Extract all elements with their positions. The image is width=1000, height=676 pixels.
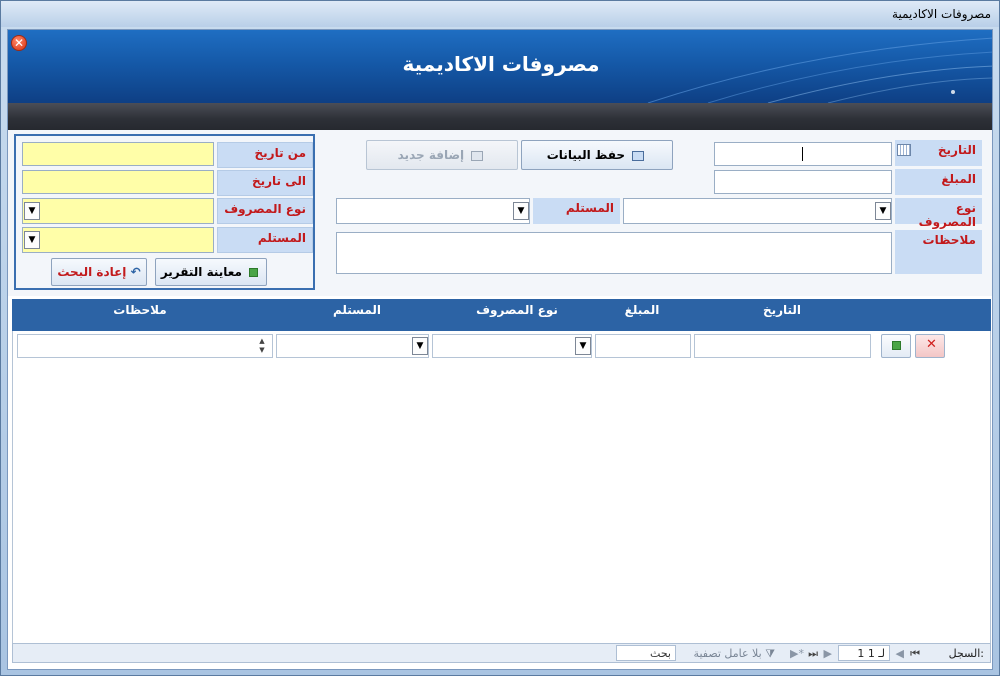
title-bar: مصروفات الاكاديمية xyxy=(1,1,999,27)
to-date-field[interactable] xyxy=(22,170,214,194)
spin-control[interactable]: ▲ ▼ xyxy=(255,337,269,355)
search-field[interactable]: بحث xyxy=(616,645,676,661)
row-amount-field[interactable] xyxy=(595,334,691,358)
chevron-down-icon[interactable]: ▼ xyxy=(24,231,40,249)
first-record-icon[interactable]: ⏮ xyxy=(910,647,920,661)
add-record-icon xyxy=(471,150,484,161)
form-client-area: ✕ مصروفات الاكاديمية من تاريخ الى تاريخ … xyxy=(7,29,993,670)
undo-icon: ↶ xyxy=(130,265,141,279)
new-record-icon[interactable]: ▶* xyxy=(790,647,804,660)
expense-type-select[interactable]: ▼ xyxy=(623,198,892,224)
date-field[interactable] xyxy=(714,142,892,166)
record-label: السجل: xyxy=(948,647,984,660)
receiver-select[interactable]: ▼ xyxy=(336,198,530,224)
row-notes-field[interactable]: ▲ ▼ xyxy=(17,334,273,358)
date-label-text: التاريخ xyxy=(937,143,976,157)
search-expense-type-select[interactable]: ▼ xyxy=(22,198,214,224)
report-icon xyxy=(249,268,259,277)
expense-type-label: نوع المصروف xyxy=(895,198,982,229)
row-date-field[interactable] xyxy=(694,334,871,358)
grid-body: ▲ ▼ ▼ ▼ ✕ xyxy=(12,331,991,643)
add-new-button[interactable]: إضافة جديد xyxy=(366,140,518,170)
record-navigation-bar: السجل: ⏮ ◀ 1 لـ 1 ▶ ⏭ ▶* بلا عامل تصفية … xyxy=(12,643,991,663)
column-header-amount: المبلغ xyxy=(624,303,660,317)
amount-label: المبلغ xyxy=(895,169,982,195)
chevron-down-icon[interactable]: ▼ xyxy=(575,337,591,355)
preview-report-button[interactable]: معاينة التقرير xyxy=(155,258,267,286)
calendar-icon[interactable] xyxy=(897,144,911,156)
filter-status[interactable]: بلا عامل تصفية ⧩ xyxy=(694,647,775,661)
column-header-receiver: المستلم xyxy=(332,303,382,317)
spin-down-icon[interactable]: ▼ xyxy=(255,346,269,355)
save-data-button[interactable]: حفظ البيانات xyxy=(521,140,673,170)
chevron-down-icon[interactable]: ▼ xyxy=(24,202,40,220)
search-expense-type-label: نوع المصروف xyxy=(217,198,313,224)
header-banner: ✕ مصروفات الاكاديمية xyxy=(8,30,992,103)
header-dark-strip xyxy=(8,103,992,130)
last-record-icon[interactable]: ⏭ xyxy=(808,647,818,661)
save-data-label: حفظ البيانات xyxy=(546,148,626,162)
search-panel: من تاريخ الى تاريخ ▼ نوع المصروف ▼ المست… xyxy=(14,134,315,290)
from-date-label: من تاريخ xyxy=(217,142,313,168)
row-save-button[interactable] xyxy=(881,334,911,358)
filter-icon: ⧩ xyxy=(765,647,775,660)
from-date-field[interactable] xyxy=(22,142,214,166)
record-number-field[interactable]: 1 لـ 1 xyxy=(838,645,890,661)
column-header-notes: ملاحظات xyxy=(113,303,167,317)
reset-search-label: إعادة البحث xyxy=(57,265,127,279)
receiver-label: المستلم xyxy=(533,198,620,224)
column-header-expense-type: نوع المصروف xyxy=(476,303,558,317)
app-window: مصروفات الاكاديمية ✕ مصروفات الاكاديمية … xyxy=(0,0,1000,676)
grid-header: التاريخ المبلغ نوع المصروف المستلم ملاحظ… xyxy=(12,299,991,331)
notes-label: ملاحظات xyxy=(895,230,982,274)
amount-field[interactable] xyxy=(714,170,892,194)
banner-title: مصروفات الاكاديمية xyxy=(402,52,600,76)
notes-field[interactable] xyxy=(336,232,892,274)
chevron-down-icon[interactable]: ▼ xyxy=(875,202,891,220)
save-icon xyxy=(632,150,645,161)
preview-report-label: معاينة التقرير xyxy=(160,265,242,279)
to-date-label: الى تاريخ xyxy=(217,170,313,196)
save-row-icon xyxy=(892,341,901,350)
search-receiver-label: المستلم xyxy=(217,227,313,253)
text-cursor xyxy=(802,147,803,161)
window-title: مصروفات الاكاديمية xyxy=(892,7,991,21)
row-receiver-select[interactable]: ▼ xyxy=(276,334,429,358)
chevron-down-icon[interactable]: ▼ xyxy=(412,337,428,355)
entry-form: من تاريخ الى تاريخ ▼ نوع المصروف ▼ المست… xyxy=(8,130,992,296)
row-expense-type-select[interactable]: ▼ xyxy=(432,334,592,358)
filter-label: بلا عامل تصفية xyxy=(693,647,762,660)
date-label: التاريخ xyxy=(895,140,982,166)
previous-record-icon[interactable]: ◀ xyxy=(896,647,904,660)
delete-icon: ✕ xyxy=(926,337,937,352)
chevron-down-icon[interactable]: ▼ xyxy=(513,202,529,220)
spin-up-icon[interactable]: ▲ xyxy=(255,337,269,346)
reset-search-button[interactable]: إعادة البحث ↶ xyxy=(51,258,147,286)
next-record-icon[interactable]: ▶ xyxy=(824,647,832,660)
search-receiver-select[interactable]: ▼ xyxy=(22,227,214,253)
column-header-date: التاريخ xyxy=(762,303,802,317)
close-form-button[interactable]: ✕ xyxy=(11,35,27,51)
row-delete-button[interactable]: ✕ xyxy=(915,334,945,358)
add-new-label: إضافة جديد xyxy=(397,148,465,162)
